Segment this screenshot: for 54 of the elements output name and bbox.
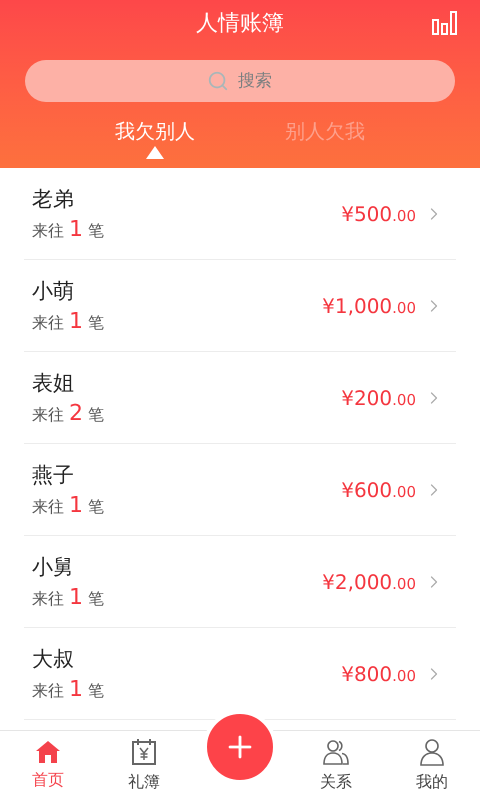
amount: ¥800: [341, 660, 392, 688]
record-label: 来往: [32, 680, 64, 702]
contact-row[interactable]: 小萌 来往 1 笔 ¥1,000.00: [24, 260, 456, 352]
record-unit: 笔: [88, 220, 104, 242]
tab-indicator: [146, 146, 164, 159]
contact-name: 大叔: [32, 646, 75, 672]
contact-name: 小舅: [32, 554, 75, 580]
nav-tab[interactable]: 首页: [0, 740, 96, 792]
calendar-icon: [131, 738, 157, 766]
amount: ¥2,000: [322, 568, 392, 596]
record-unit: 笔: [88, 496, 104, 518]
record-label: 来往: [32, 220, 64, 242]
house-icon: [35, 740, 61, 764]
amount: ¥600: [341, 476, 392, 504]
record-unit: 笔: [88, 680, 104, 702]
record-count: 1: [69, 218, 83, 240]
record-label: 来往: [32, 588, 64, 610]
contact-row[interactable]: 表姐 来往 2 笔 ¥200.00: [24, 352, 456, 444]
contact-name: 表姐: [32, 370, 75, 396]
amount: ¥200: [341, 384, 392, 412]
amount-cents: .00: [392, 482, 416, 502]
amount-cents: .00: [392, 298, 416, 318]
record-label: 来往: [32, 312, 64, 334]
amount-cents: .00: [392, 666, 416, 686]
bar-chart-icon[interactable]: [432, 11, 458, 35]
search-field[interactable]: 搜索: [25, 60, 455, 102]
contact-name: 老弟: [32, 186, 75, 212]
amount: ¥500: [341, 200, 392, 228]
search-icon: [207, 70, 229, 92]
record-count: 1: [69, 678, 83, 700]
nav-tab[interactable]: 我的: [384, 738, 480, 794]
record-count: 1: [69, 310, 83, 332]
nav-tab[interactable]: 关系: [288, 738, 384, 794]
nav-tab[interactable]: 礼簿: [96, 738, 192, 794]
contact-row[interactable]: 燕子 来往 1 笔 ¥600.00: [24, 444, 456, 536]
record-count: 1: [69, 494, 83, 516]
amount: ¥1,000: [322, 292, 392, 320]
contact-name: 小萌: [32, 278, 75, 304]
record-unit: 笔: [88, 312, 104, 334]
record-label: 来往: [32, 404, 64, 426]
person-icon: [419, 738, 445, 766]
record-label: 来往: [32, 496, 64, 518]
amount-cents: .00: [392, 390, 416, 410]
app-title: 人情账簿: [196, 10, 284, 38]
record-unit: 笔: [88, 404, 104, 426]
contact-row[interactable]: 老弟 来往 1 笔 ¥500.00: [24, 168, 456, 260]
amount-cents: .00: [392, 206, 416, 226]
record-unit: 笔: [88, 588, 104, 610]
contact-row[interactable]: 小舅 来往 1 笔 ¥2,000.00: [24, 536, 456, 628]
amount-cents: .00: [392, 574, 416, 594]
contact-name: 燕子: [32, 462, 75, 488]
record-count: 2: [69, 402, 83, 424]
record-count: 1: [69, 586, 83, 608]
people-icon: [322, 738, 350, 766]
